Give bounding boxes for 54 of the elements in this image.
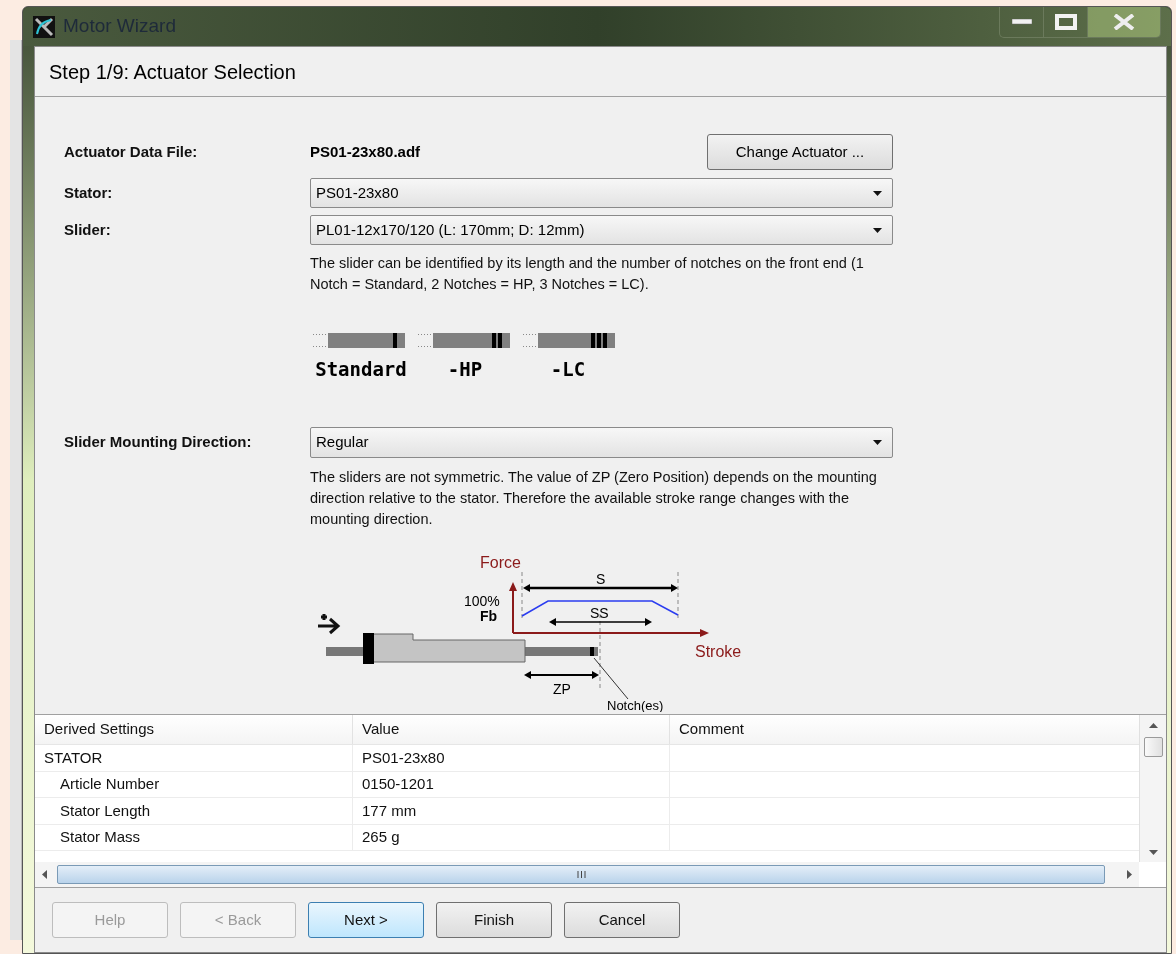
push-arrow-icon	[316, 612, 341, 635]
wizard-button[interactable]: Cancel	[564, 902, 680, 938]
field-label: Slider:	[64, 219, 112, 240]
dropdown[interactable]: PS01-23x80	[310, 178, 893, 208]
vertical-scrollbar[interactable]	[1139, 715, 1166, 862]
slider-note: The slider can be identified by its length and the number of notches on the front end (1 Notch = Standard, 2 Notches = HP, 3 Notches = LC).	[310, 254, 865, 294]
column-header[interactable]: Derived Settings	[35, 715, 353, 744]
close-button[interactable]	[1088, 7, 1160, 37]
mounting-note: The sliders are not symmetric. The value of ZP (Zero Position) depends on the mounting direction relative to the stator. Therefore the available stroke range changes with the mounting direction.	[310, 468, 878, 529]
dimension-label: S	[596, 571, 606, 587]
slider-type-label: -HP	[447, 358, 483, 379]
table-cell-text: Stator Length	[60, 800, 151, 821]
wizard-button[interactable]: Next >	[308, 902, 424, 938]
close-icon	[1112, 14, 1136, 30]
change-actuator-button[interactable]: Change Actuator ...	[707, 134, 893, 170]
field-label: Actuator Data File:	[64, 141, 199, 162]
scroll-down-arrow-icon	[1148, 850, 1158, 855]
table-cell-text: 265 g	[362, 827, 400, 847]
table-cell-text: Stator Mass	[60, 827, 141, 847]
scroll-up-arrow-icon	[1148, 723, 1158, 728]
axis-label: Force	[480, 554, 521, 571]
table-cell-text: STATOR	[44, 747, 103, 768]
table-cell-text: Article Number	[60, 774, 160, 794]
scroll-thumb[interactable]	[1143, 737, 1163, 757]
scroll-right-arrow-icon	[1127, 870, 1132, 879]
tick-label: Fb	[480, 608, 498, 624]
leader-line	[593, 657, 629, 700]
app-logo-icon	[33, 15, 55, 38]
dropdown-arrow-icon	[873, 440, 882, 445]
dimension-label: SS	[590, 605, 609, 621]
dimension-label: ZP	[553, 681, 571, 697]
scroll-left-arrow-icon	[42, 870, 47, 879]
field-label: Slider Mounting Direction:	[64, 432, 253, 453]
dropdown[interactable]: PL01-12x170/120 (L: 170mm; D: 12mm)	[310, 215, 893, 245]
minimize-icon	[1011, 19, 1032, 25]
horizontal-scrollbar[interactable]	[35, 862, 1139, 887]
table-cell-text: 0150-1201	[362, 774, 434, 794]
dropdown-arrow-icon	[873, 227, 882, 233]
mounting-dropdown[interactable]: Regular	[310, 427, 893, 458]
column-header[interactable]: Value	[353, 715, 670, 744]
slider-type-label: -LC	[550, 358, 586, 379]
wizard-button[interactable]: Finish	[436, 902, 552, 938]
axis-label: Stroke	[695, 643, 742, 660]
step-title: Step 1/9: Actuator Selection	[49, 59, 296, 85]
field-label: Stator:	[64, 182, 114, 203]
notch-label: Notch(es)	[607, 698, 664, 712]
scroll-thumb[interactable]	[57, 865, 1105, 884]
tick-label: 100%	[464, 593, 500, 609]
maximize-icon	[1054, 14, 1077, 30]
dropdown-arrow-icon	[873, 190, 882, 196]
slider-type-label: Standard	[315, 358, 407, 379]
table-cell-text: 177 mm	[362, 800, 417, 821]
table-cell-text: PS01-23x80	[362, 747, 445, 768]
file-name: PS01-23x80.adf	[310, 141, 421, 162]
